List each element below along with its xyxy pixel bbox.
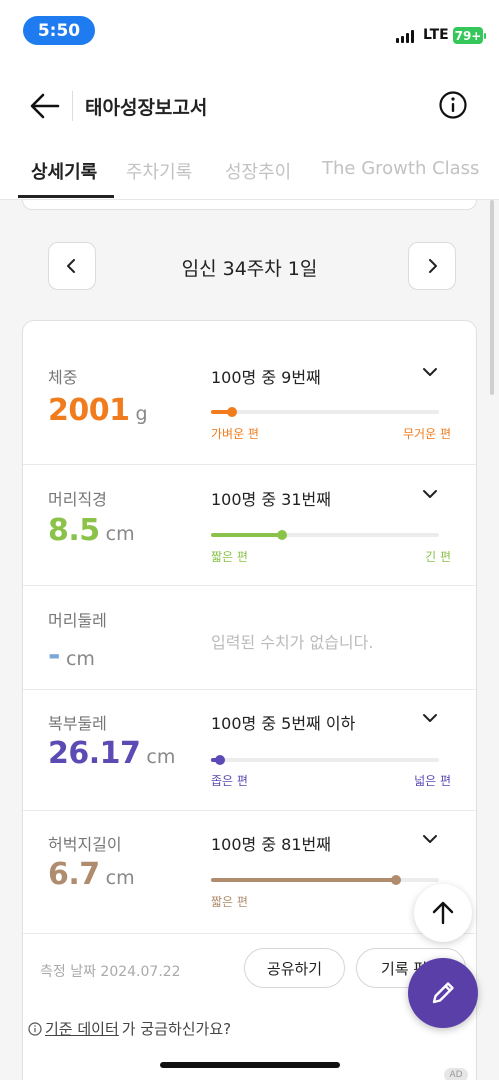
chevron-down-icon[interactable]	[421, 830, 439, 848]
scale-high-label: 넓은 편	[414, 774, 451, 788]
tab-bar: 상세기록 주차기록 성장추이 The Growth Class	[0, 150, 499, 200]
chevron-down-icon[interactable]	[421, 485, 439, 503]
metric-number: 2001	[48, 393, 130, 428]
percentile-track	[211, 530, 439, 540]
active-tab-indicator	[18, 195, 114, 198]
metric-head-diameter[interactable]: 머리직경 8.5 cm 100명 중 31번째 짧은 편 긴 편	[23, 465, 476, 586]
percentile-fill	[211, 878, 396, 882]
arrow-up-icon	[432, 901, 454, 925]
pencil-icon	[432, 982, 454, 1004]
metric-rank: 100명 중 81번째	[211, 835, 331, 854]
empty-value-message: 입력된 수치가 없습니다.	[211, 633, 374, 652]
signal-icon	[396, 30, 414, 43]
metric-value: 8.5 cm	[48, 513, 135, 548]
home-indicator[interactable]	[160, 1062, 340, 1068]
tab-detail-record[interactable]: 상세기록	[31, 158, 97, 184]
previous-card-edge	[22, 200, 477, 210]
battery-icon: 79+	[453, 27, 486, 44]
metric-head-circumference: 머리둘레 - cm 입력된 수치가 없습니다.	[23, 586, 476, 690]
next-week-button[interactable]	[408, 242, 456, 290]
metric-number: 8.5	[48, 513, 100, 548]
metric-number: 6.7	[48, 857, 100, 892]
page-title: 태아성장보고서	[85, 97, 208, 119]
percentile-marker	[276, 530, 287, 540]
network-type: LTE	[423, 27, 449, 43]
percentile-marker	[215, 755, 226, 765]
metric-value: 2001 g	[48, 393, 148, 428]
metric-value: - cm	[48, 638, 95, 673]
growth-metrics-card: 체중 2001 g 100명 중 9번째 가벼운 편 무거운 편 머리직경 8.5…	[22, 320, 477, 1080]
scale-high-label: 무거운 편	[403, 427, 451, 441]
scale-low-label: 좁은 편	[211, 774, 248, 788]
write-record-button[interactable]	[408, 958, 478, 1028]
content-area: 임신 34주차 1일 체중 2001 g 100명 중 9번째 가벼운 편 무거운…	[0, 200, 499, 1080]
scale-high-label: 긴 편	[425, 550, 451, 564]
metric-femur-length[interactable]: 허벅지길이 6.7 cm 100명 중 81번째 짧은 편	[23, 811, 476, 933]
metric-rank: 100명 중 5번째 이하	[211, 714, 356, 733]
info-circle-icon	[439, 91, 467, 119]
metric-unit: g	[135, 403, 148, 425]
metric-abdominal-circumference[interactable]: 복부둘레 26.17 cm 100명 중 5번째 이하 좁은 편 넓은 편	[23, 690, 476, 811]
header-divider	[72, 91, 73, 121]
metric-number: -	[48, 638, 60, 673]
back-button[interactable]	[28, 89, 62, 123]
arrow-left-icon	[30, 93, 60, 119]
metric-value: 26.17 cm	[48, 736, 175, 771]
metric-weight[interactable]: 체중 2001 g 100명 중 9번째 가벼운 편 무거운 편	[23, 321, 476, 465]
tab-growth-class[interactable]: The Growth Class	[322, 158, 479, 179]
app-header: 태아성장보고서	[0, 75, 499, 135]
metric-rank: 100명 중 9번째	[211, 368, 321, 387]
status-bar: 5:50 LTE 79+	[0, 0, 499, 60]
percentile-track	[211, 875, 439, 885]
measure-date: 측정 날짜 2024.07.22	[40, 964, 181, 980]
chevron-down-icon[interactable]	[421, 709, 439, 727]
metric-number: 26.17	[48, 736, 141, 771]
info-small-icon	[28, 1021, 42, 1036]
percentile-marker	[390, 875, 401, 885]
metric-rank: 100명 중 31번째	[211, 490, 331, 509]
scale-low-label: 가벼운 편	[211, 427, 259, 441]
percentile-track	[211, 755, 439, 765]
chevron-right-icon	[429, 259, 437, 273]
scale-low-label: 짧은 편	[211, 550, 248, 564]
metric-label: 복부둘레	[48, 714, 107, 733]
metric-unit: cm	[105, 867, 135, 889]
metric-label: 머리직경	[48, 490, 107, 509]
percentile-track	[211, 407, 439, 417]
metric-unit: cm	[146, 746, 176, 768]
share-button[interactable]: 공유하기	[244, 948, 345, 988]
week-navigator: 임신 34주차 1일	[0, 242, 499, 292]
metric-label: 허벅지길이	[48, 835, 122, 854]
reference-data-link[interactable]: 기준 데이터	[45, 1018, 119, 1039]
chevron-down-icon[interactable]	[421, 363, 439, 381]
info-button[interactable]	[438, 90, 468, 120]
ad-badge: AD	[444, 1068, 468, 1080]
scroll-top-button[interactable]	[414, 884, 472, 942]
status-time: 5:50	[23, 16, 95, 45]
percentile-fill	[211, 533, 282, 537]
percentile-marker	[226, 407, 237, 417]
tab-growth-trend[interactable]: 성장추이	[225, 158, 291, 184]
scrollbar[interactable]	[490, 200, 494, 395]
metric-label: 머리둘레	[48, 611, 107, 630]
metric-label: 체중	[48, 368, 78, 387]
metric-unit: cm	[105, 523, 135, 545]
tab-weekly-record[interactable]: 주차기록	[126, 158, 192, 184]
reference-data-help: 기준 데이터 가 궁금하신가요?	[28, 1018, 231, 1039]
metric-unit: cm	[65, 648, 95, 670]
reference-data-suffix: 가 궁금하신가요?	[121, 1020, 232, 1038]
scale-low-label: 짧은 편	[211, 895, 248, 909]
metric-value: 6.7 cm	[48, 857, 135, 892]
